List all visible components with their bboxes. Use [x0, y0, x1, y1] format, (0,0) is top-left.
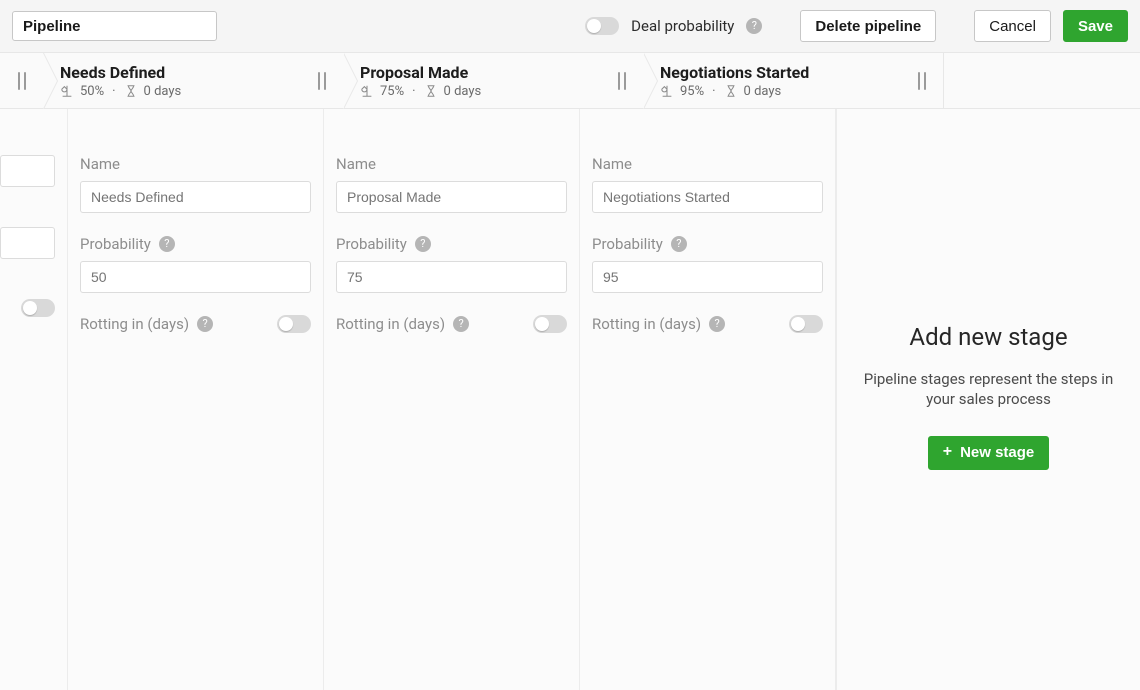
name-input[interactable]: [80, 181, 311, 213]
drag-handle[interactable]: [300, 53, 344, 108]
help-icon[interactable]: ?: [746, 18, 762, 34]
stage-tab[interactable]: Needs Defined 50% · 0 days: [44, 53, 300, 108]
stage-tab[interactable]: Negotiations Started 95% · 0 days: [644, 53, 900, 108]
stage-meta: 95% · 0 days: [660, 84, 890, 99]
rotting-toggle[interactable]: [789, 315, 823, 333]
help-icon[interactable]: ?: [671, 236, 687, 252]
stage-column: Name Probability ? Rotting in (days) ?: [580, 109, 836, 690]
drag-handle[interactable]: [600, 53, 644, 108]
stage-meta: 75% · 0 days: [360, 84, 590, 99]
rotting-label: Rotting in (days) ?: [80, 315, 213, 333]
add-stage-subtitle: Pipeline stages represent the steps in y…: [863, 369, 1115, 410]
delete-pipeline-button[interactable]: Delete pipeline: [800, 10, 936, 42]
stage-meta: 50% · 0 days: [60, 84, 290, 99]
stages-header: Needs Defined 50% · 0 days Proposal Made: [0, 52, 1140, 109]
name-input[interactable]: [0, 155, 55, 187]
stage-editor-body: Name Probability ? Rotting in (days) ? N…: [0, 109, 1140, 690]
rotting-label: Rotting in (days) ?: [592, 315, 725, 333]
drag-handle[interactable]: [900, 53, 944, 108]
stage-title: Proposal Made: [360, 63, 590, 82]
help-icon[interactable]: ?: [159, 236, 175, 252]
probability-label: Probability ?: [80, 235, 311, 253]
stage-column: Name Probability ? Rotting in (days) ?: [68, 109, 324, 690]
rotting-toggle[interactable]: [533, 315, 567, 333]
probability-label: Probability ?: [592, 235, 823, 253]
help-icon[interactable]: ?: [415, 236, 431, 252]
rotting-toggle[interactable]: [21, 299, 55, 317]
plus-icon: +: [943, 443, 952, 461]
deal-probability-label: Deal probability: [631, 17, 734, 35]
help-icon[interactable]: ?: [709, 316, 725, 332]
help-icon[interactable]: ?: [453, 316, 469, 332]
stage-column-partial: [0, 109, 68, 690]
name-label: Name: [80, 155, 311, 173]
hourglass-icon: [724, 84, 738, 98]
hourglass-icon: [424, 84, 438, 98]
probability-input[interactable]: [592, 261, 823, 293]
cancel-button[interactable]: Cancel: [974, 10, 1051, 42]
stage-title: Needs Defined: [60, 63, 290, 82]
hourglass-icon: [124, 84, 138, 98]
new-stage-button[interactable]: + New stage: [928, 436, 1050, 470]
add-stage-panel: Add new stage Pipeline stages represent …: [836, 109, 1140, 690]
add-stage-title: Add new stage: [909, 323, 1067, 351]
topbar: Deal probability ? Delete pipeline Cance…: [0, 0, 1140, 52]
scales-icon: [360, 84, 374, 98]
name-input[interactable]: [336, 181, 567, 213]
stage-column: Name Probability ? Rotting in (days) ?: [324, 109, 580, 690]
probability-input[interactable]: [336, 261, 567, 293]
save-button[interactable]: Save: [1063, 10, 1128, 42]
name-label: Name: [336, 155, 567, 173]
stage-tab[interactable]: Proposal Made 75% · 0 days: [344, 53, 600, 108]
deal-probability-toggle[interactable]: [585, 17, 619, 35]
scales-icon: [60, 84, 74, 98]
scales-icon: [660, 84, 674, 98]
name-input[interactable]: [592, 181, 823, 213]
drag-handle[interactable]: [0, 53, 44, 108]
name-label: Name: [592, 155, 823, 173]
help-icon[interactable]: ?: [197, 316, 213, 332]
probability-input[interactable]: [0, 227, 55, 259]
probability-label: Probability ?: [336, 235, 567, 253]
rotting-toggle[interactable]: [277, 315, 311, 333]
probability-input[interactable]: [80, 261, 311, 293]
pipeline-name-input[interactable]: [12, 11, 217, 41]
rotting-label: Rotting in (days) ?: [336, 315, 469, 333]
stage-title: Negotiations Started: [660, 63, 890, 82]
